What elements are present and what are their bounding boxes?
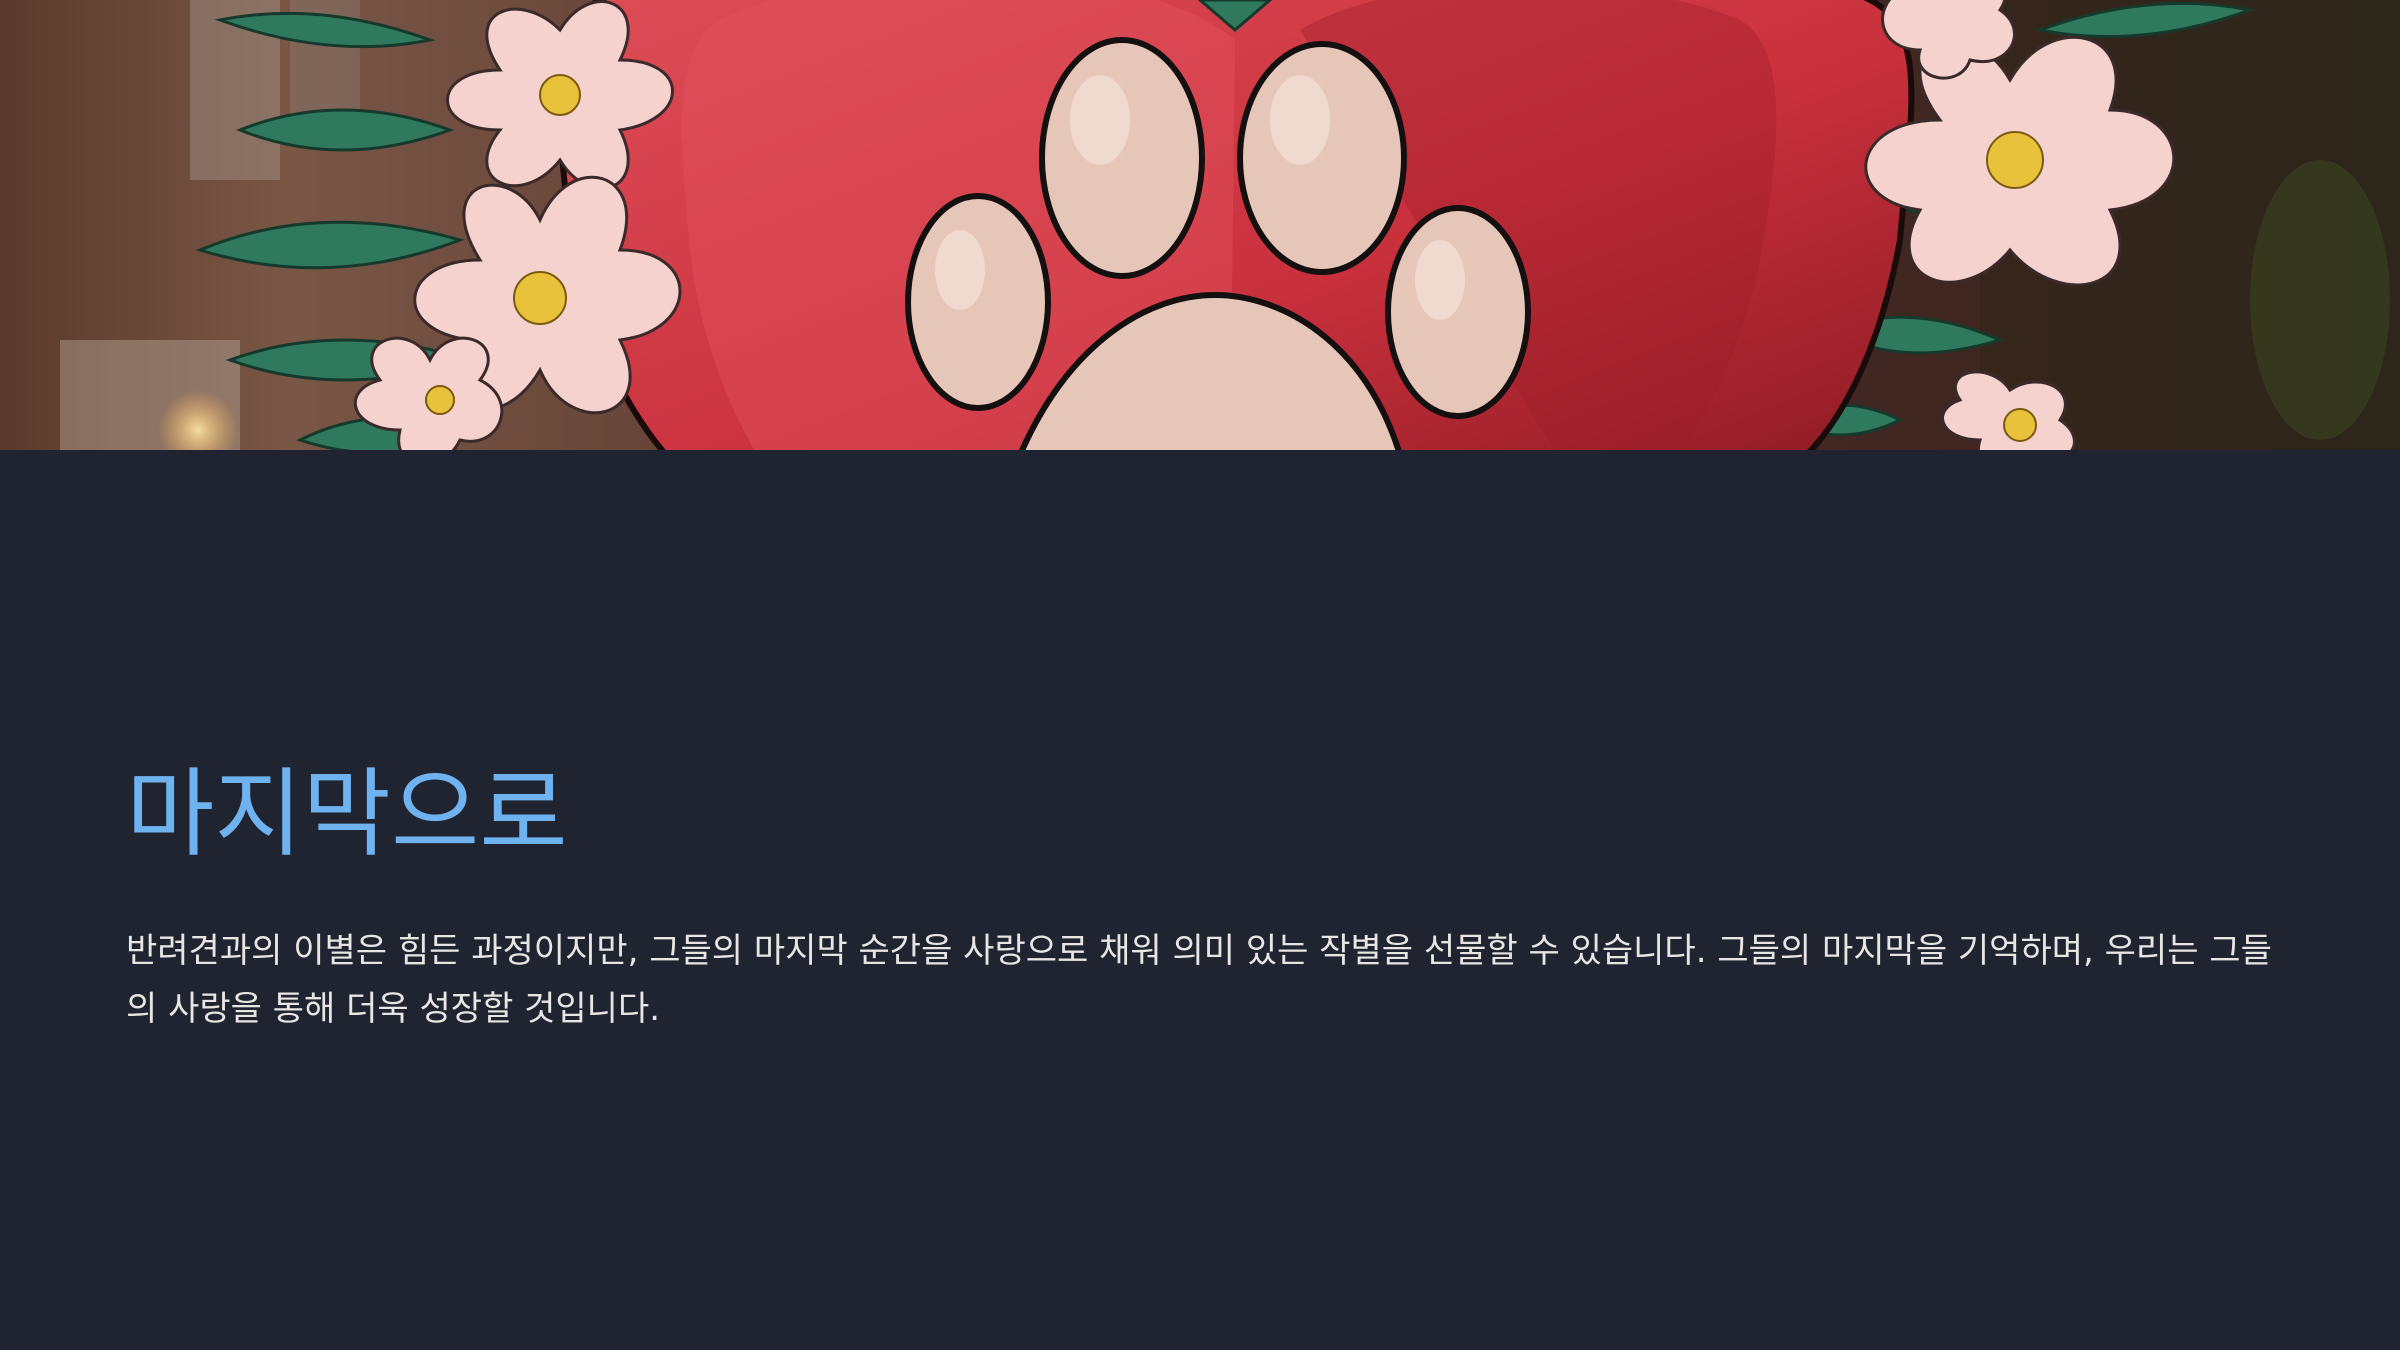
hero-image [0,0,2400,450]
body-paragraph: 반려견과의 이별은 힘든 과정이지만, 그들의 마지막 순간을 사랑으로 채워 … [126,931,2272,1029]
page-title: 마지막으로 [126,758,568,870]
slide: 마지막으로 반려견과의 이별은 힘든 과정이지만, 그들의 마지막 순간을 사랑… [0,0,2400,1350]
heart-paw-illustration [0,0,2400,450]
